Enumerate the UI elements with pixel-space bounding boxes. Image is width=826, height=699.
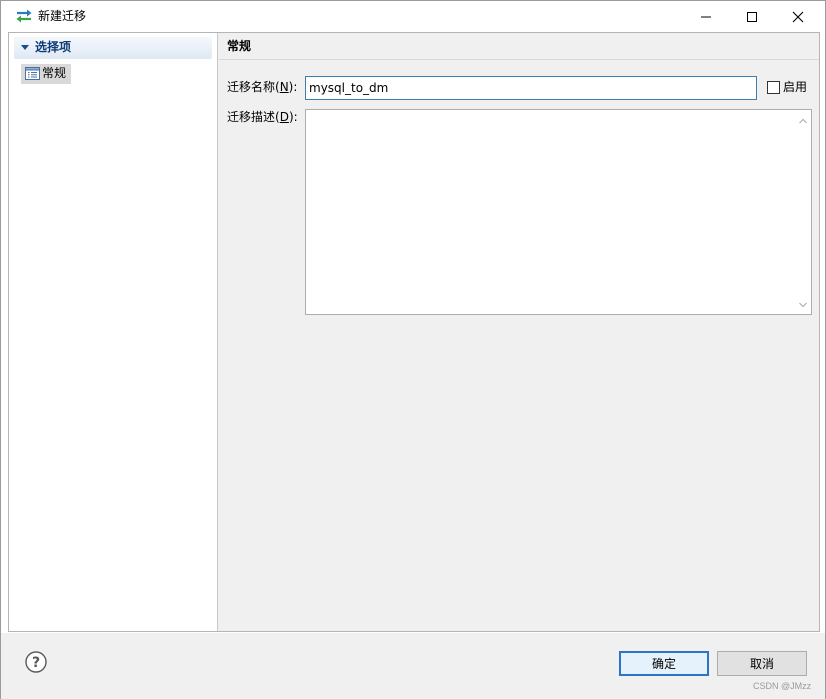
tree-header-label: 选择项 <box>35 40 72 54</box>
tree-item-general[interactable]: 常规 <box>21 64 71 84</box>
help-icon[interactable]: ? <box>25 651 47 673</box>
migration-name-label: 迁移名称(N): <box>227 80 298 94</box>
title-bar[interactable]: 新建迁移 <box>1 1 825 32</box>
svg-text:?: ? <box>32 655 40 671</box>
tree-item-label: 常规 <box>42 66 67 80</box>
general-panel: 常规 迁移名称(N): 启用 迁移描述(D): <box>219 33 819 631</box>
migration-description-textarea[interactable] <box>305 109 812 315</box>
options-tree: 选择项 常规 <box>9 33 218 631</box>
checkbox-box[interactable] <box>767 81 780 94</box>
maximize-icon <box>747 11 757 22</box>
minimize-icon <box>701 16 711 17</box>
close-icon <box>792 11 804 22</box>
chevron-down-icon[interactable] <box>21 45 29 50</box>
maximize-button[interactable] <box>729 1 775 32</box>
form-list-icon <box>25 67 40 80</box>
dialog-footer: ? 确定 取消 CSDN @JMzz <box>1 633 825 699</box>
enable-label: 启用 <box>783 80 808 94</box>
section-title: 常规 <box>227 39 252 53</box>
close-button[interactable] <box>775 1 821 32</box>
migration-name-input[interactable] <box>305 76 757 100</box>
section-divider <box>219 59 819 60</box>
window-title: 新建迁移 <box>38 9 87 23</box>
dialog-window: 新建迁移 选择项 常规 常规 迁移名称(N): mysql_to_dm 启用 迁… <box>0 0 826 699</box>
ok-button[interactable]: 确定 <box>619 651 709 676</box>
tree-header-selections[interactable]: 选择项 <box>14 37 212 59</box>
minimize-button[interactable] <box>683 1 729 32</box>
description-scrollbar[interactable] <box>795 110 811 314</box>
watermark: CSDN @JMzz <box>753 681 812 691</box>
dialog-body: 选择项 常规 常规 迁移名称(N): 启用 <box>8 32 820 632</box>
cancel-button[interactable]: 取消 <box>717 651 807 676</box>
scroll-down-icon[interactable] <box>799 302 807 308</box>
scroll-up-icon[interactable] <box>799 118 807 124</box>
migrate-arrows-icon <box>15 9 33 23</box>
migration-description-label: 迁移描述(D): <box>227 110 298 124</box>
